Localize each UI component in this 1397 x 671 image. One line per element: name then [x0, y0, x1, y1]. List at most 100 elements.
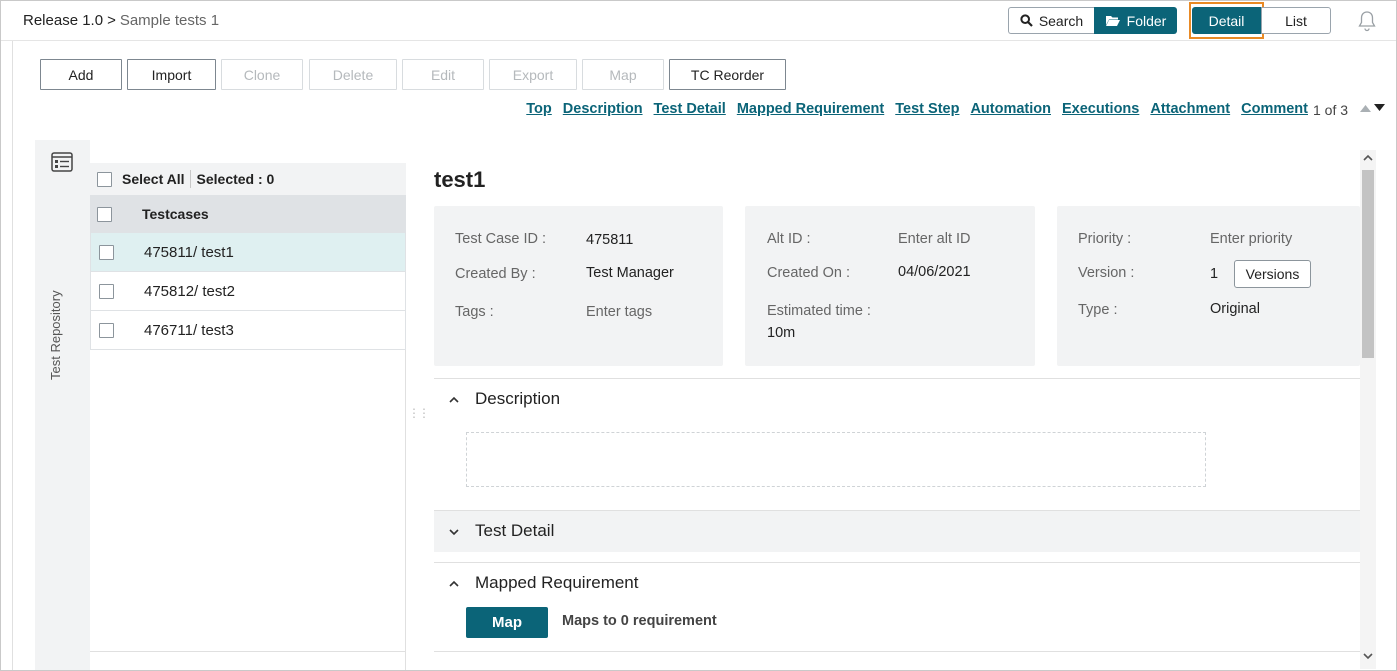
info-card-ids: Test Case ID : 475811 Created By : Test …	[434, 206, 723, 366]
pager-text: 1 of 3	[1313, 102, 1349, 118]
testcase-id-label: Test Case ID :	[455, 231, 547, 247]
column-checkbox[interactable]	[97, 206, 112, 222]
rail-label: Test Repository	[48, 290, 63, 380]
breadcrumb: Release 1.0 > Sample tests 1	[23, 12, 219, 29]
alt-id-field[interactable]: Enter alt ID	[898, 231, 971, 247]
scrollbar-thumb[interactable]	[1362, 170, 1374, 358]
import-button[interactable]: Import	[127, 59, 216, 90]
created-on-value: 04/06/2021	[898, 264, 971, 280]
search-label: Search	[1038, 12, 1084, 29]
select-all-checkbox[interactable]	[97, 171, 112, 187]
chevron-down-icon[interactable]	[448, 526, 460, 538]
list-view-button[interactable]: List	[1261, 7, 1331, 34]
anchor-test-step[interactable]: Test Step	[895, 101, 959, 117]
tags-field[interactable]: Enter tags	[586, 304, 652, 320]
chevron-up-icon[interactable]	[448, 578, 460, 590]
testcase-tree: Select All Selected : 0 Testcases 475811…	[90, 163, 406, 670]
edit-button[interactable]: Edit	[402, 59, 484, 90]
anchor-mapped-requirement[interactable]: Mapped Requirement	[737, 101, 884, 117]
map-toolbar-button[interactable]: Map	[582, 59, 664, 90]
app-frame: Release 1.0 > Sample tests 1 Search Folder…	[0, 0, 1397, 671]
folder-label: Folder	[1126, 12, 1167, 29]
map-requirement-button[interactable]: Map	[466, 607, 548, 638]
test-detail-section-header[interactable]: Test Detail	[434, 510, 1360, 552]
delete-button[interactable]: Delete	[309, 59, 397, 90]
anchor-test-detail[interactable]: Test Detail	[654, 101, 726, 117]
tree-header: Select All Selected : 0	[90, 163, 406, 195]
row-checkbox[interactable]	[99, 244, 114, 260]
test-repository-rail[interactable]: Test Repository	[35, 140, 90, 670]
next-arrow-icon[interactable]	[1374, 104, 1385, 112]
priority-field[interactable]: Enter priority	[1210, 231, 1292, 247]
testcase-row[interactable]: 476711/ test3	[90, 311, 406, 350]
created-on-label: Created On :	[767, 265, 851, 281]
versions-button[interactable]: Versions	[1234, 260, 1311, 288]
testcase-detail-panel: test1 Test Case ID : 475811 Created By :…	[434, 163, 1360, 670]
test-detail-section-title: Test Detail	[475, 521, 555, 540]
scroll-down-icon[interactable]	[1363, 653, 1373, 660]
tc-reorder-button[interactable]: TC Reorder	[669, 59, 786, 90]
description-section-title[interactable]: Description	[475, 389, 560, 409]
priority-label: Priority :	[1078, 231, 1132, 247]
detail-view-button[interactable]: Detail	[1192, 7, 1261, 34]
testcase-id-value: 475811	[586, 232, 634, 248]
tree-column-header: Testcases	[90, 195, 406, 233]
main-content: Add Import Clone Delete Edit Export Map …	[12, 41, 1396, 670]
top-bar: Release 1.0 > Sample tests 1 Search Folder…	[1, 1, 1396, 41]
description-editor[interactable]	[466, 432, 1206, 487]
selected-count: Selected : 0	[196, 171, 275, 187]
breadcrumb-separator: >	[107, 12, 116, 29]
clone-button[interactable]: Clone	[221, 59, 303, 90]
testcase-title[interactable]: test1	[434, 167, 485, 193]
search-icon	[1020, 14, 1033, 27]
select-all-label: Select All	[122, 171, 185, 187]
row-checkbox[interactable]	[99, 283, 114, 299]
anchor-executions[interactable]: Executions	[1062, 101, 1139, 117]
testcases-column-label: Testcases	[142, 206, 209, 222]
add-button[interactable]: Add	[40, 59, 122, 90]
created-by-label: Created By :	[455, 266, 536, 282]
breadcrumb-root[interactable]: Release 1.0	[23, 12, 103, 29]
info-card-version: Priority : Enter priority Version : 1 Ve…	[1057, 206, 1360, 366]
info-card-dates: Alt ID : Enter alt ID Created On : 04/06…	[745, 206, 1035, 366]
folder-button[interactable]: Folder	[1094, 7, 1177, 34]
estimated-time-value[interactable]: 10m	[767, 325, 795, 341]
chevron-up-icon[interactable]	[448, 394, 460, 406]
testcase-row-label: 475812/ test2	[144, 282, 235, 300]
folder-open-icon	[1105, 16, 1120, 26]
maps-count-text: Maps to 0 requirement	[562, 613, 717, 629]
testcase-row-label: 476711/ test3	[144, 321, 234, 339]
pager-arrows	[1360, 104, 1385, 112]
testcase-row[interactable]: 475812/ test2	[90, 272, 406, 311]
pane-splitter-handle[interactable]: ⋮⋮	[408, 406, 430, 420]
bell-icon[interactable]	[1357, 10, 1377, 32]
scroll-up-icon[interactable]	[1363, 154, 1373, 161]
alt-id-label: Alt ID :	[767, 231, 811, 247]
testcase-row[interactable]: 475811/ test1	[90, 233, 406, 272]
export-button[interactable]: Export	[489, 59, 577, 90]
repository-list-icon[interactable]	[51, 152, 73, 172]
created-by-value: Test Manager	[586, 265, 674, 281]
previous-arrow-icon[interactable]	[1360, 104, 1371, 112]
testcase-row-label: 475811/ test1	[144, 243, 234, 261]
anchor-attachment[interactable]: Attachment	[1150, 101, 1230, 117]
tags-label: Tags :	[455, 304, 494, 320]
detail-bottom-line	[434, 651, 1360, 652]
type-label: Type :	[1078, 302, 1118, 318]
anchor-description[interactable]: Description	[563, 101, 643, 117]
version-label: Version :	[1078, 265, 1135, 281]
header-divider	[189, 170, 191, 188]
estimated-time-label: Estimated time :	[767, 303, 871, 319]
type-value: Original	[1210, 301, 1260, 317]
mapped-requirement-section-title[interactable]: Mapped Requirement	[475, 573, 638, 593]
search-button[interactable]: Search	[1008, 7, 1094, 34]
anchor-top[interactable]: Top	[526, 101, 552, 117]
version-value: 1	[1210, 266, 1219, 282]
row-checkbox[interactable]	[99, 322, 114, 338]
section-anchors: Top Description Test Detail Mapped Requi…	[526, 101, 1308, 117]
description-divider	[434, 378, 1360, 379]
detail-scrollbar[interactable]	[1360, 150, 1376, 669]
tree-footer-line	[90, 651, 406, 652]
anchor-comment[interactable]: Comment	[1241, 101, 1308, 117]
anchor-automation[interactable]: Automation	[970, 101, 1051, 117]
